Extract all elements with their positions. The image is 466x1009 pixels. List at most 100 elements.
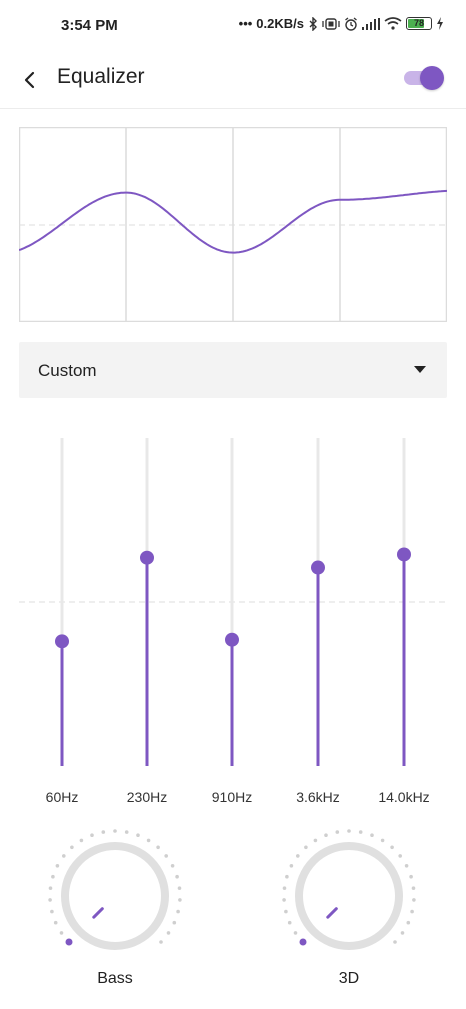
sliders-canvas bbox=[19, 438, 447, 766]
knob-tick bbox=[390, 845, 394, 850]
band-label: 3.6kHz bbox=[296, 789, 340, 805]
knob-tick bbox=[304, 845, 308, 850]
slider-thumb[interactable] bbox=[397, 547, 411, 562]
knob-tick bbox=[400, 931, 405, 935]
battery-percent: 78 bbox=[413, 18, 424, 28]
knob-tick bbox=[48, 898, 52, 902]
knob-tick bbox=[55, 864, 60, 868]
knob-tick bbox=[404, 864, 409, 868]
knob-tick bbox=[289, 864, 294, 868]
band-slider-60hz[interactable] bbox=[55, 438, 69, 766]
band-label: 910Hz bbox=[211, 789, 253, 805]
knob-tick bbox=[177, 886, 182, 890]
knob-tick bbox=[282, 898, 286, 902]
knob-tick bbox=[380, 838, 385, 843]
knob-tick bbox=[409, 874, 413, 879]
curve-canvas bbox=[18, 126, 448, 323]
knob-label: 3D bbox=[338, 970, 360, 987]
knob-dial bbox=[48, 829, 182, 950]
knob-tick bbox=[406, 920, 411, 925]
slider-thumb[interactable] bbox=[140, 550, 154, 565]
status-bar: 3:54 PM ••• 0.2KB/s 78 bbox=[0, 0, 466, 52]
knob-dial bbox=[282, 829, 416, 950]
knob-tick bbox=[156, 845, 160, 850]
signal-icon bbox=[362, 17, 380, 30]
knob-tick bbox=[48, 886, 53, 890]
knob-tick bbox=[412, 898, 416, 902]
knob-tick bbox=[62, 854, 66, 858]
knob-tick bbox=[124, 830, 129, 834]
charging-icon bbox=[437, 17, 443, 30]
knob-tick bbox=[166, 931, 171, 935]
back-button[interactable] bbox=[14, 64, 46, 96]
knob-tick bbox=[146, 838, 151, 843]
knob-tick bbox=[175, 874, 179, 879]
knob-tick bbox=[410, 909, 414, 914]
knob-tick bbox=[136, 833, 140, 837]
knob-ring bbox=[295, 842, 403, 950]
slider-thumb[interactable] bbox=[225, 632, 239, 647]
knob-tick bbox=[101, 830, 106, 834]
knob-label: Bass bbox=[97, 970, 133, 987]
preset-selected-label: Custom bbox=[38, 361, 97, 380]
band-slider-910hz[interactable] bbox=[225, 438, 239, 766]
knob-tick bbox=[51, 874, 55, 879]
knob-tick bbox=[90, 833, 94, 837]
band-label: 230Hz bbox=[126, 789, 168, 805]
knob-tick bbox=[50, 909, 54, 914]
band-sliders bbox=[0, 430, 466, 780]
knob-tick bbox=[59, 931, 64, 935]
app-bar: Equalizer bbox=[0, 52, 466, 109]
equalizer-toggle[interactable] bbox=[404, 66, 444, 90]
knob-tick bbox=[113, 829, 117, 833]
knob-tick bbox=[324, 833, 328, 837]
knob-ring bbox=[61, 842, 169, 950]
knob-tick bbox=[293, 931, 298, 935]
knob-tick bbox=[398, 854, 402, 858]
knob-tick bbox=[159, 940, 163, 944]
more-dots-icon: ••• bbox=[238, 16, 253, 31]
wifi-icon bbox=[384, 17, 402, 30]
back-arrow-icon bbox=[24, 71, 35, 89]
knob-tick bbox=[282, 886, 287, 890]
status-time: 3:54 PM bbox=[61, 17, 118, 34]
band-label: 14.0kHz bbox=[378, 789, 430, 805]
knob-tick bbox=[53, 920, 58, 925]
knob-tick bbox=[358, 830, 363, 834]
knob-tick bbox=[287, 920, 292, 925]
slider-thumb[interactable] bbox=[55, 634, 69, 649]
dropdown-arrow-icon bbox=[414, 366, 426, 373]
battery-icon: 78 bbox=[406, 17, 432, 30]
alarm-icon bbox=[345, 16, 357, 31]
band-label: 60Hz bbox=[45, 789, 79, 805]
knob-tick bbox=[393, 940, 397, 944]
net-speed: 0.2KB/s bbox=[256, 16, 304, 31]
knob-level-dot bbox=[65, 938, 73, 946]
preset-dropdown[interactable]: Custom bbox=[19, 342, 447, 398]
knob-level-dot bbox=[299, 938, 307, 946]
knob-tick bbox=[164, 854, 168, 858]
knob-tick bbox=[178, 898, 182, 902]
knob-tick bbox=[170, 864, 175, 868]
slider-thumb[interactable] bbox=[311, 560, 325, 575]
knob-tick bbox=[296, 854, 300, 858]
bluetooth-icon bbox=[309, 16, 317, 31]
frequency-response-graph bbox=[18, 126, 448, 323]
knob-tick bbox=[370, 833, 374, 837]
knob-tick bbox=[411, 886, 416, 890]
knob-tick bbox=[284, 909, 288, 914]
knob-bass[interactable] bbox=[45, 826, 185, 966]
vibrate-icon bbox=[322, 17, 340, 30]
knob-tick bbox=[176, 909, 180, 914]
page-title: Equalizer bbox=[57, 65, 145, 88]
knob-tick bbox=[172, 920, 177, 925]
knob-3d[interactable] bbox=[279, 826, 419, 966]
status-icons: ••• 0.2KB/s 78 bbox=[239, 16, 444, 31]
toggle-thumb bbox=[420, 66, 444, 90]
knob-tick bbox=[79, 838, 84, 843]
knob-tick bbox=[285, 874, 289, 879]
knob-tick bbox=[347, 829, 351, 833]
knob-tick bbox=[313, 838, 318, 843]
knob-tick bbox=[70, 845, 74, 850]
knob-tick bbox=[335, 830, 340, 834]
